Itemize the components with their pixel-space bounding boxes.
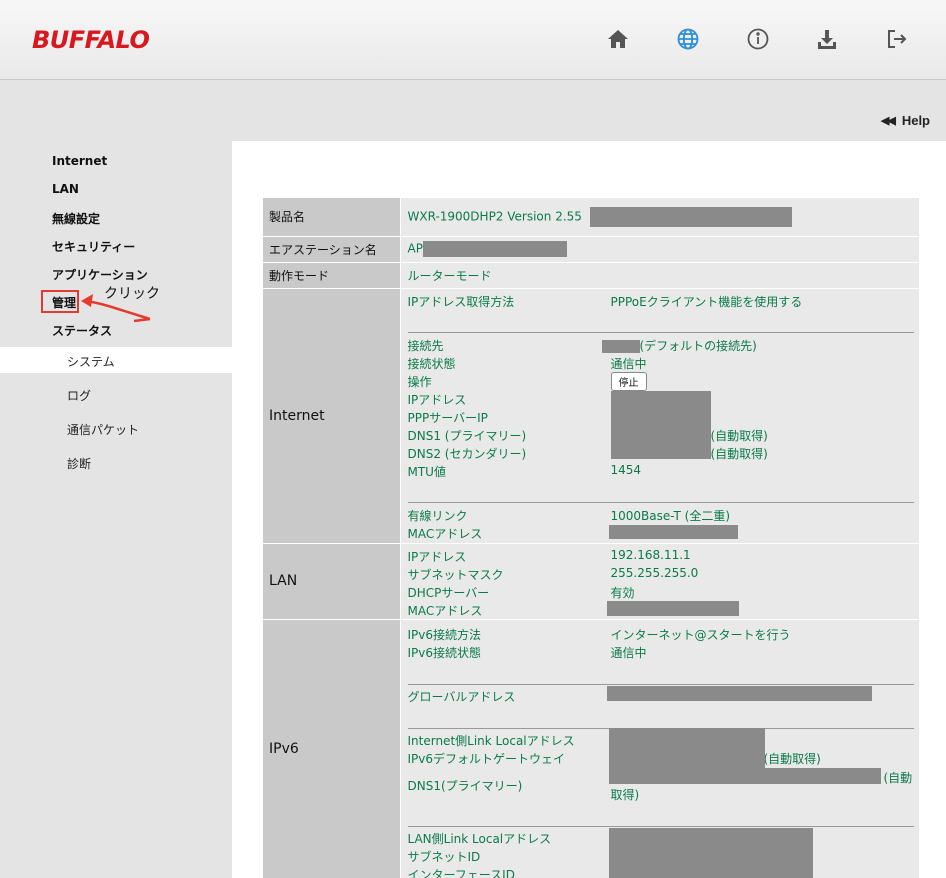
redacted-block [422,241,567,257]
sidebar-item-lan[interactable]: LAN [52,182,79,196]
ipv6-group: IPv6接続方法 インターネット@スタートを行う IPv6接続状態 通信中 グロ… [407,627,914,878]
station-label: エアステーション名 [263,236,401,263]
lan-label: LAN [263,543,401,620]
mode-label: 動作モード [263,262,401,289]
sidebar-sub-system[interactable]: システム [67,353,115,370]
home-icon[interactable] [605,26,631,52]
highlight-box [41,290,79,313]
info-icon[interactable] [745,26,771,52]
sidebar-item-security[interactable]: セキュリティー [52,238,135,255]
redacted-block [606,685,872,701]
logout-icon[interactable] [884,26,910,52]
redacted-block [589,206,792,227]
mode-value: ルーターモード [400,262,919,289]
sidebar-item-wireless[interactable]: 無線設定 [52,210,100,227]
status-table: 製品名 WXR-1900DHP2 Version 2.55 エアステーション名 … [263,198,919,878]
ipv6-label: IPv6 [263,619,401,878]
buffalo-logo: BUFFALO [32,26,150,54]
sidebar-active-bg [0,347,232,373]
sidebar-item-application[interactable]: アプリケーション [52,266,148,283]
redacted-block [608,827,813,878]
help-label: Help [901,113,930,128]
annotation-label: クリック [104,286,160,302]
download-icon[interactable] [814,26,840,52]
sidebar-item-internet[interactable]: Internet [52,154,107,168]
redacted-block [610,390,711,459]
double-chevron-left-icon: ◀◀ [880,115,896,127]
internet-label: Internet [263,288,401,544]
station-value: AP [400,236,919,263]
sidebar-sub-log[interactable]: ログ [67,387,91,404]
product-value: WXR-1900DHP2 Version 2.55 [400,198,919,237]
help-link[interactable]: ◀◀ Help [881,113,930,128]
sidebar-sub-packet[interactable]: 通信パケット [67,421,139,438]
internet-group: IPアドレス取得方法 PPPoEクライアント機能を使用する 接続先 (デフォルト… [407,289,920,543]
redacted-block [606,600,739,616]
redacted-block [608,524,738,539]
product-label: 製品名 [263,198,401,237]
globe-icon[interactable] [675,26,701,52]
lan-group: IPアドレス 192.168.11.1 サブネットマスク 255.255.255… [408,544,920,619]
stop-button[interactable]: 停止 [610,371,647,391]
redacted-block [678,767,881,784]
header-bar: BUFFALO [0,0,946,80]
sidebar-sub-diagnosis[interactable]: 診断 [67,455,91,472]
